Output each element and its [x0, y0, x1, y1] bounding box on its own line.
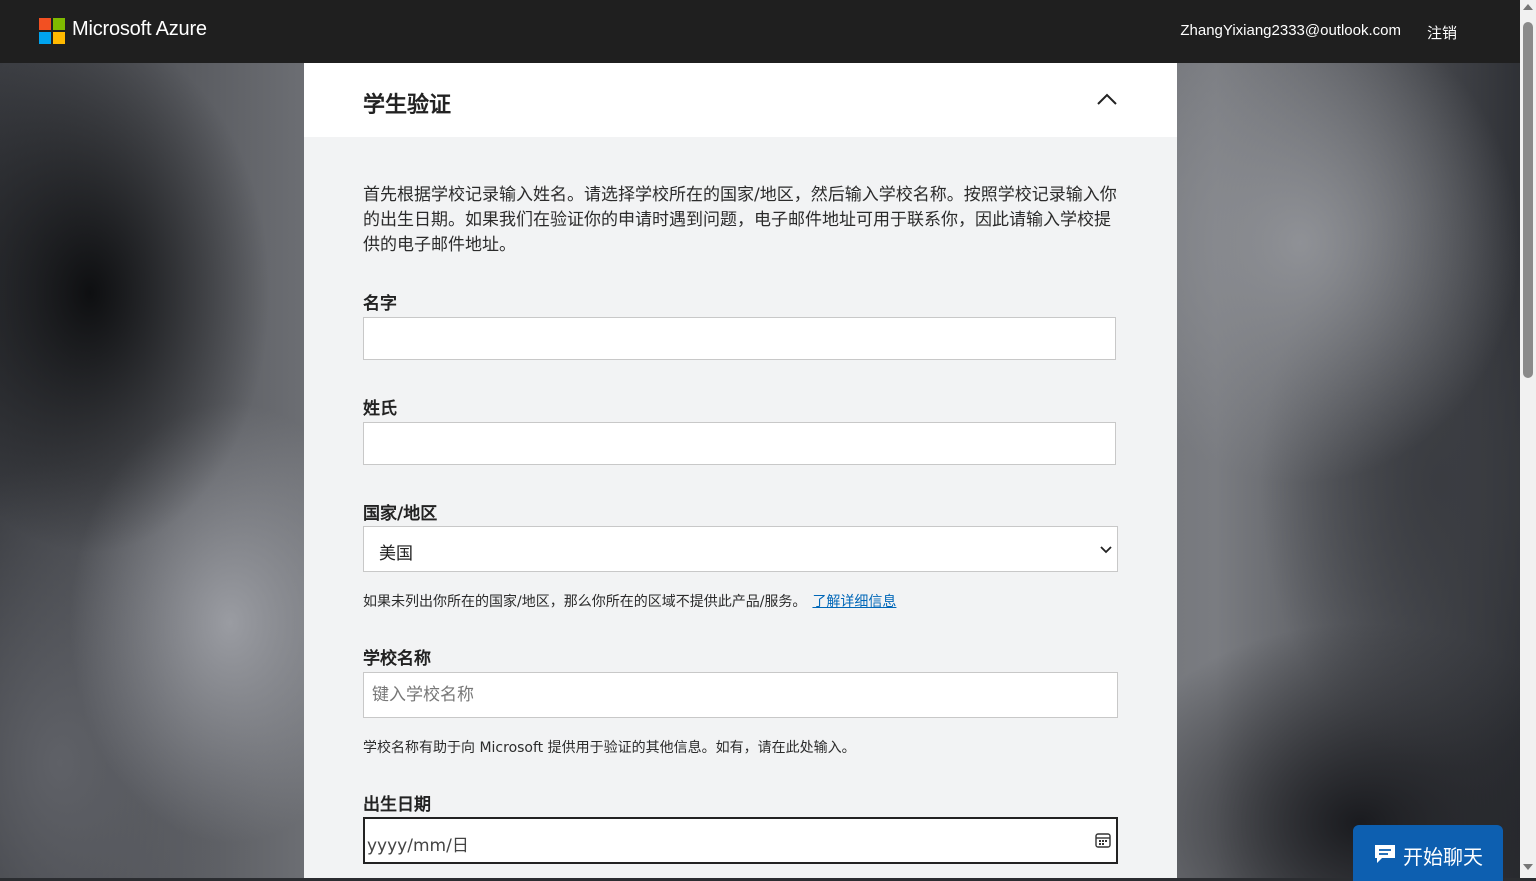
last-name-label: 姓氏 — [363, 399, 397, 419]
start-chat-button[interactable]: 开始聊天 — [1353, 825, 1503, 881]
first-name-label: 名字 — [363, 294, 397, 314]
scrollbar-thumb[interactable] — [1523, 22, 1533, 378]
first-name-input[interactable] — [363, 317, 1116, 360]
country-label: 国家/地区 — [363, 504, 438, 524]
school-name-label: 学校名称 — [363, 649, 431, 669]
top-navigation-bar: Microsoft Azure ZhangYixiang2333@outlook… — [0, 0, 1520, 63]
country-help-message: 如果未列出你所在的国家/地区，那么你所在的区域不提供此产品/服务。 — [363, 594, 807, 610]
country-selected-value: 美国 — [379, 544, 413, 564]
chat-bubble-icon — [1375, 845, 1395, 863]
birthdate-placeholder: yyyy/mm/日 — [367, 836, 469, 856]
intro-text: 首先根据学校记录输入姓名。请选择学校所在的国家/地区，然后输入学校名称。按照学校… — [363, 185, 1117, 255]
section-header[interactable]: 学生验证 — [304, 63, 1177, 137]
scroll-down-arrow-icon[interactable] — [1523, 864, 1533, 870]
brand-name[interactable]: Microsoft Azure — [72, 18, 207, 41]
calendar-icon[interactable] — [1094, 831, 1112, 849]
page-scrollbar[interactable] — [1520, 0, 1536, 878]
signout-link[interactable]: 注销 — [1427, 22, 1457, 43]
scroll-up-arrow-icon[interactable] — [1523, 4, 1533, 10]
learn-more-link[interactable]: 了解详细信息 — [812, 594, 896, 610]
school-help-text: 学校名称有助于向 Microsoft 提供用于验证的其他信息。如有，请在此处输入… — [363, 740, 856, 756]
birthdate-label: 出生日期 — [363, 795, 431, 815]
collapse-chevron-up-icon[interactable] — [1094, 87, 1120, 113]
microsoft-logo-icon — [39, 18, 65, 44]
section-title: 学生验证 — [363, 93, 452, 118]
birthdate-input[interactable]: yyyy/mm/日 — [363, 817, 1118, 864]
country-help-text: 如果未列出你所在的国家/地区，那么你所在的区域不提供此产品/服务。 了解详细信息 — [363, 591, 896, 611]
last-name-input[interactable] — [363, 422, 1116, 465]
student-verification-panel: 学生验证 首先根据学校记录输入姓名。请选择学校所在的国家/地区，然后输入学校名称… — [304, 63, 1177, 878]
chevron-down-icon — [1100, 546, 1112, 554]
chat-label: 开始聊天 — [1403, 845, 1483, 869]
account-email: ZhangYixiang2333@outlook.com — [1180, 22, 1401, 39]
country-select[interactable]: 美国 — [363, 526, 1118, 572]
school-name-input[interactable] — [363, 672, 1118, 718]
